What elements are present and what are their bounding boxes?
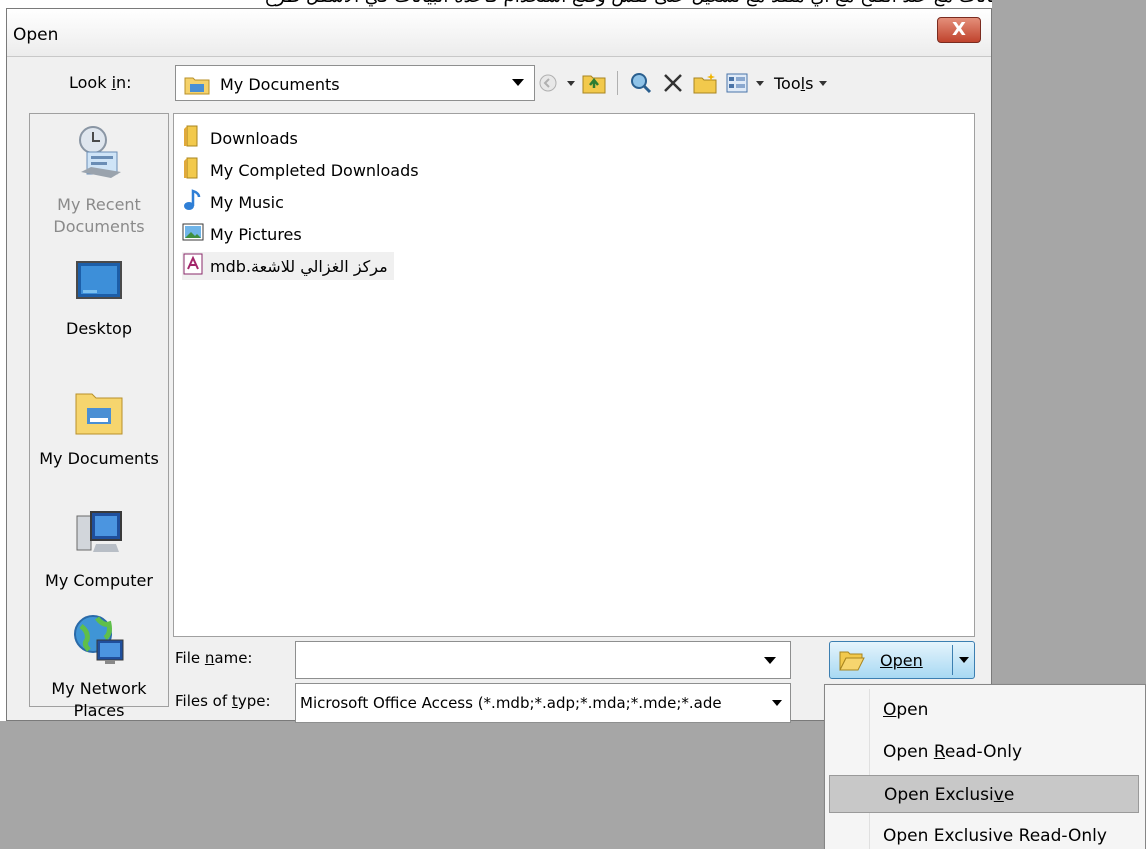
tools-dropdown-icon[interactable] [819,80,828,86]
file-list: Downloads My Completed Downloads My Musi… [173,113,975,637]
file-name: My Music [210,192,284,212]
background-arabic-text: أو تحديد أي قاعدة بيانات مع عند الفتح مع… [0,0,1146,8]
network-places-icon [30,614,168,672]
title-bar: Open X [7,9,991,57]
place-my-computer[interactable]: My Computer [30,510,168,592]
place-label: My Recent Documents [53,195,145,236]
music-folder-icon [182,189,204,215]
close-icon: X [952,19,966,40]
open-options-menu: Open Open Read-Only Open Exclusive Open … [824,684,1146,849]
place-label: My Network Places [51,679,147,720]
open-folder-icon [838,648,866,676]
file-name: My Pictures [210,224,302,244]
file-item-database[interactable]: مركز الغزالي للاشعة.mdb [182,252,394,280]
access-database-icon [182,253,204,279]
files-of-type-label: Files of type: [175,692,271,710]
file-item-my-music[interactable]: My Music [182,188,284,216]
places-bar: My Recent Documents Desktop My Documents… [29,113,169,720]
file-name: مركز الغزالي للاشعة.mdb [210,256,388,276]
file-name-input[interactable] [295,641,791,679]
delete-icon[interactable] [660,70,686,96]
chevron-down-icon[interactable] [764,657,776,664]
file-item-my-completed-downloads[interactable]: My Completed Downloads [182,156,419,184]
toolbar: Tools [535,65,828,101]
files-of-type-value: Microsoft Office Access (*.mdb;*.adp;*.m… [300,694,722,712]
new-folder-icon[interactable] [692,70,718,96]
open-button-label: Open [880,651,923,670]
desktop-icon [30,260,168,312]
menu-item-open[interactable]: Open [829,691,1139,729]
split-divider [952,645,953,675]
my-documents-icon [30,386,168,442]
place-label: Desktop [66,319,132,338]
back-dropdown-icon[interactable] [567,80,575,86]
place-my-documents[interactable]: My Documents [30,386,168,470]
place-my-recent-documents[interactable]: My Recent Documents [30,124,168,238]
file-name: Downloads [210,128,298,148]
recent-documents-icon [30,124,168,188]
file-name: My Completed Downloads [210,160,419,180]
my-computer-icon [30,510,168,564]
toolbar-separator [617,71,618,95]
place-label: My Documents [39,449,159,468]
close-button[interactable]: X [937,17,981,43]
my-documents-small-icon [184,75,210,99]
place-desktop[interactable]: Desktop [30,260,168,340]
chevron-down-icon[interactable] [959,657,969,663]
views-dropdown-icon[interactable] [756,80,764,86]
look-in-value: My Documents [220,75,340,94]
back-icon[interactable] [535,70,561,96]
open-dialog: Open X Look in: My Documents Tools My Re… [6,8,992,723]
place-label: My Computer [45,571,153,590]
pictures-folder-icon [182,222,204,246]
dialog-title: Open [13,25,59,45]
look-in-dropdown[interactable]: My Documents [175,65,535,101]
up-one-level-icon[interactable] [581,70,607,96]
file-name-label: File name: [175,649,253,667]
search-web-icon[interactable] [628,70,654,96]
file-item-my-pictures[interactable]: My Pictures [182,220,302,248]
files-of-type-dropdown[interactable]: Microsoft Office Access (*.mdb;*.adp;*.m… [295,683,791,723]
file-item-downloads[interactable]: Downloads [182,124,298,152]
menu-item-open-read-only[interactable]: Open Read-Only [829,733,1139,771]
open-split-button[interactable]: Open [829,641,975,679]
folder-icon [182,125,204,151]
chevron-down-icon [512,79,524,86]
look-in-label: Look in: [69,73,132,92]
views-icon[interactable] [724,70,750,96]
menu-item-open-exclusive-read-only[interactable]: Open Exclusive Read-Only [829,817,1139,849]
chevron-down-icon [772,700,782,706]
place-my-network-places[interactable]: My Network Places [30,614,168,722]
tools-menu[interactable]: Tools [774,74,813,93]
folder-icon [182,157,204,183]
menu-item-open-exclusive[interactable]: Open Exclusive [829,775,1139,813]
